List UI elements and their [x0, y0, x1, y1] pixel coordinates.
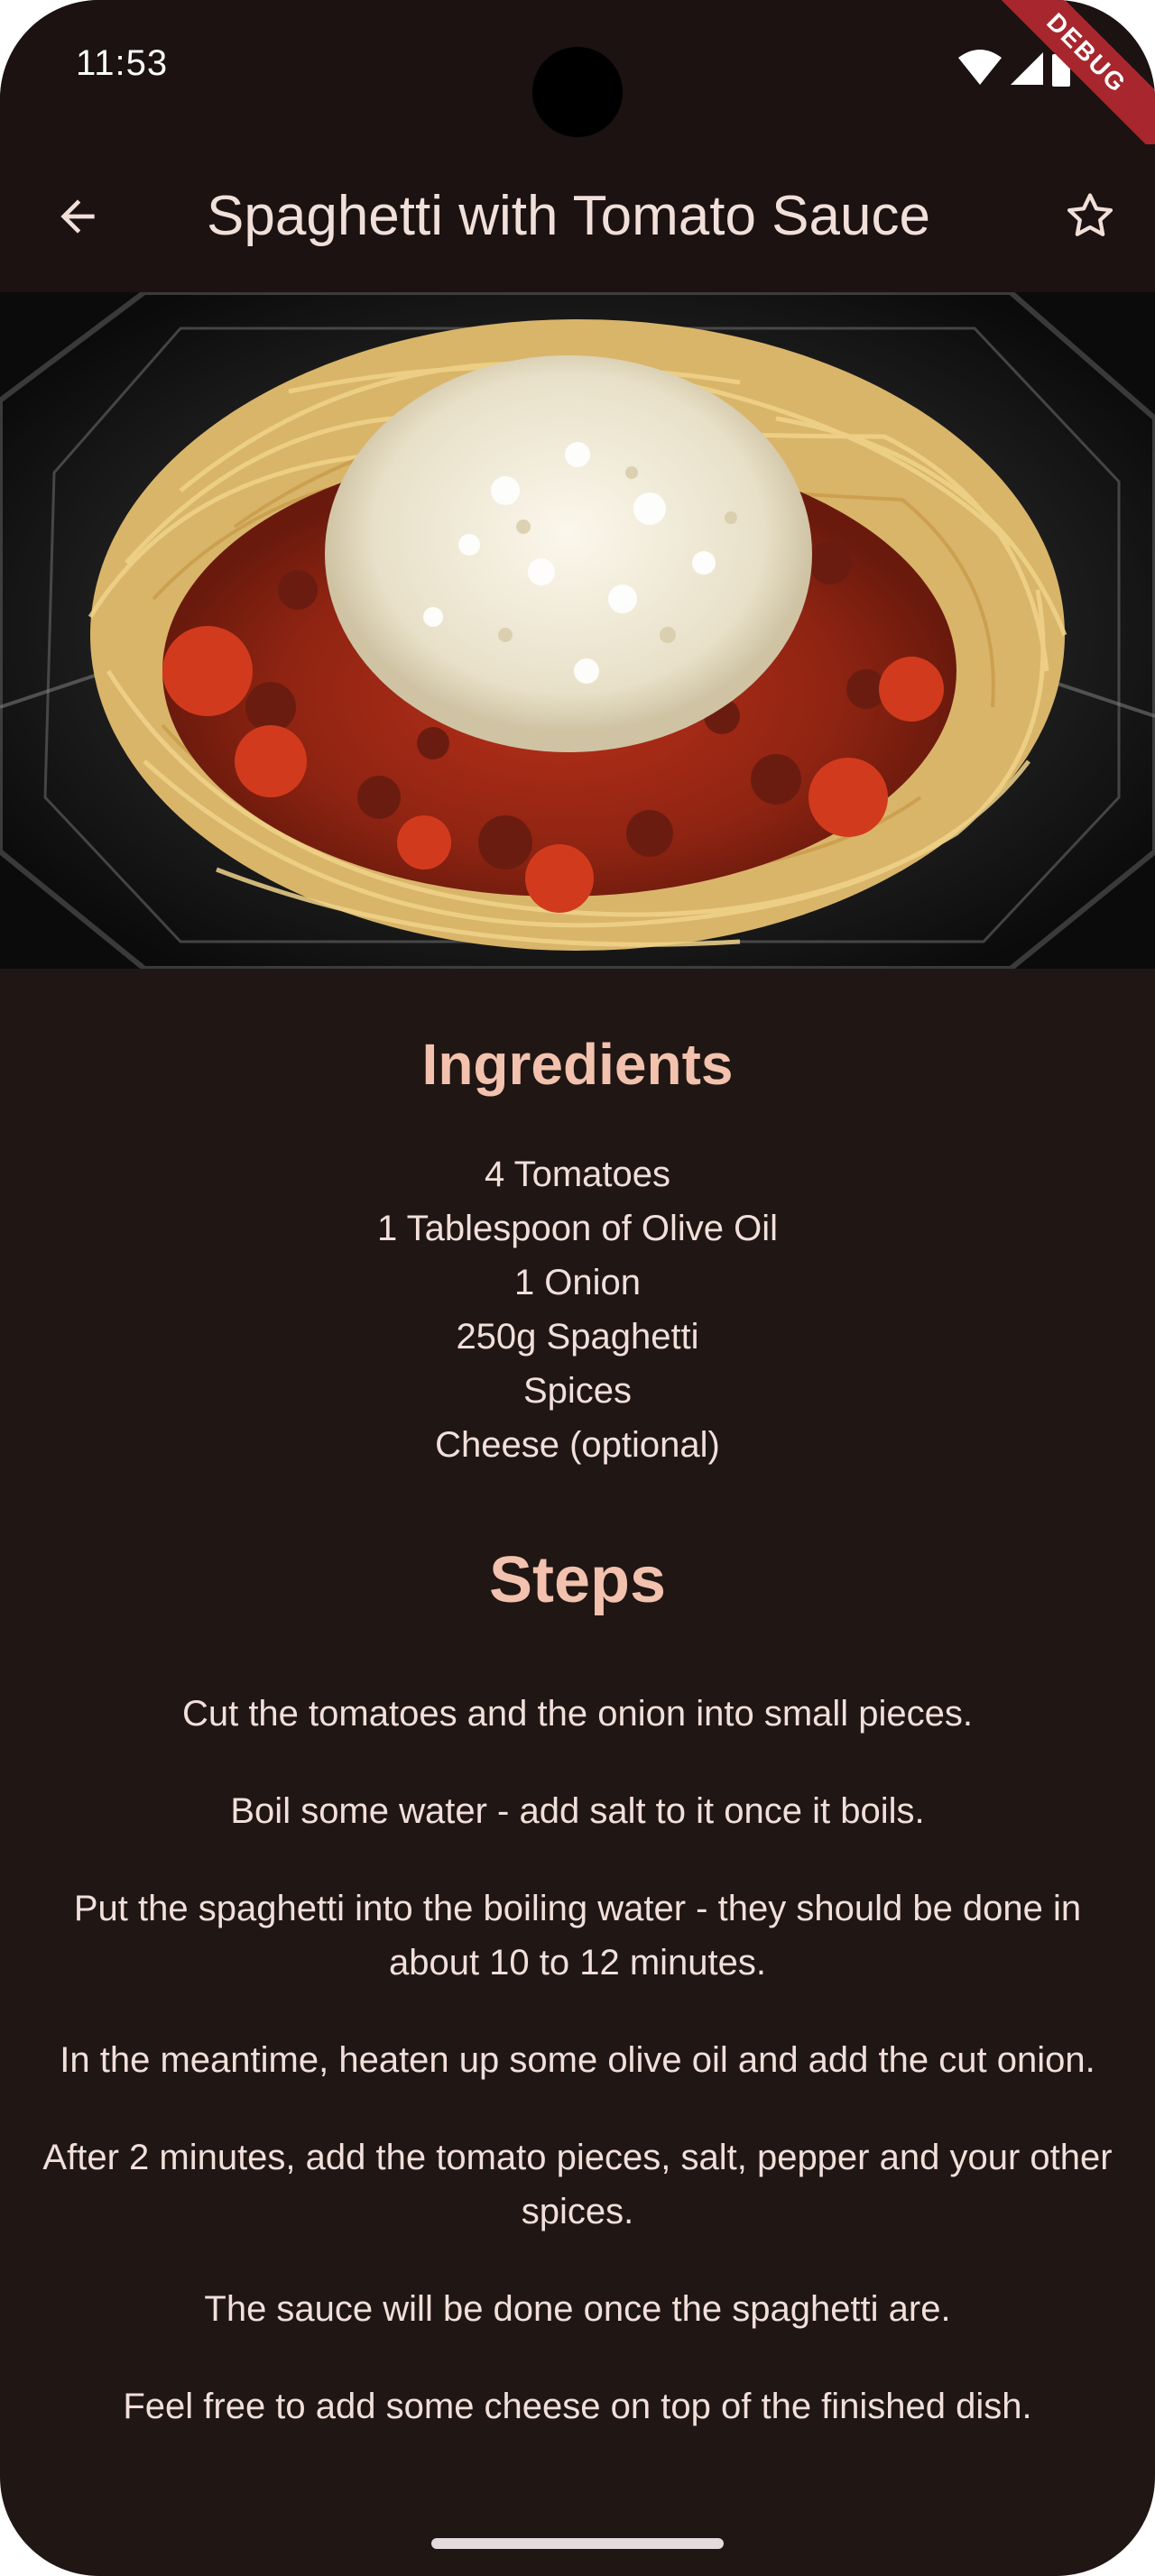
- recipe-image: [0, 292, 1155, 969]
- ingredients-list: 4 Tomatoes 1 Tablespoon of Olive Oil 1 O…: [0, 1147, 1155, 1472]
- step-item: Put the spaghetti into the boiling water…: [73, 1889, 1082, 1983]
- step-item: After 2 minutes, add the tomato pieces, …: [42, 2138, 1113, 2231]
- star-outline-icon: [1067, 193, 1113, 236]
- status-bar: 11:53 DEBUG: [0, 0, 1155, 159]
- ingredient-item: 1 Tablespoon of Olive Oil: [377, 1209, 778, 1248]
- app-bar: Spaghetti with Tomato Sauce: [0, 144, 1155, 292]
- step-item: In the meantime, heaten up some olive oi…: [60, 2040, 1095, 2080]
- arrow-left-icon: [60, 199, 95, 234]
- step-item: Boil some water - add salt to it once it…: [230, 1791, 925, 1831]
- step-item: Cut the tomatoes and the onion into smal…: [181, 1694, 974, 1734]
- ingredients-heading: Ingredients: [421, 1032, 734, 1097]
- wifi-icon: [958, 50, 1002, 85]
- step-item: The sauce will be done once the spaghett…: [204, 2289, 951, 2329]
- ingredient-item: 250g Spaghetti: [456, 1317, 699, 1357]
- steps-heading: Steps: [488, 1544, 667, 1616]
- step-item: Feel free to add some cheese on top of t…: [123, 2387, 1032, 2426]
- ingredient-item: 4 Tomatoes: [484, 1155, 671, 1194]
- ingredient-item: Cheese (optional): [435, 1425, 720, 1465]
- phone-screen: 11:53 DEBUG Spaghetti with Tomato Sauce …: [0, 0, 1155, 2576]
- ingredient-item: Spices: [522, 1371, 633, 1411]
- signal-icon: [1011, 52, 1043, 85]
- ingredient-item: 1 Onion: [513, 1263, 642, 1302]
- steps-list: Cut the tomatoes and the onion into smal…: [27, 1687, 1128, 2477]
- favorite-button[interactable]: [1054, 180, 1126, 253]
- back-button[interactable]: [42, 180, 114, 253]
- status-time: 11:53: [76, 43, 169, 83]
- page-title: Spaghetti with Tomato Sauce: [207, 185, 930, 247]
- camera-cutout: [532, 47, 623, 137]
- home-indicator[interactable]: [431, 2538, 724, 2549]
